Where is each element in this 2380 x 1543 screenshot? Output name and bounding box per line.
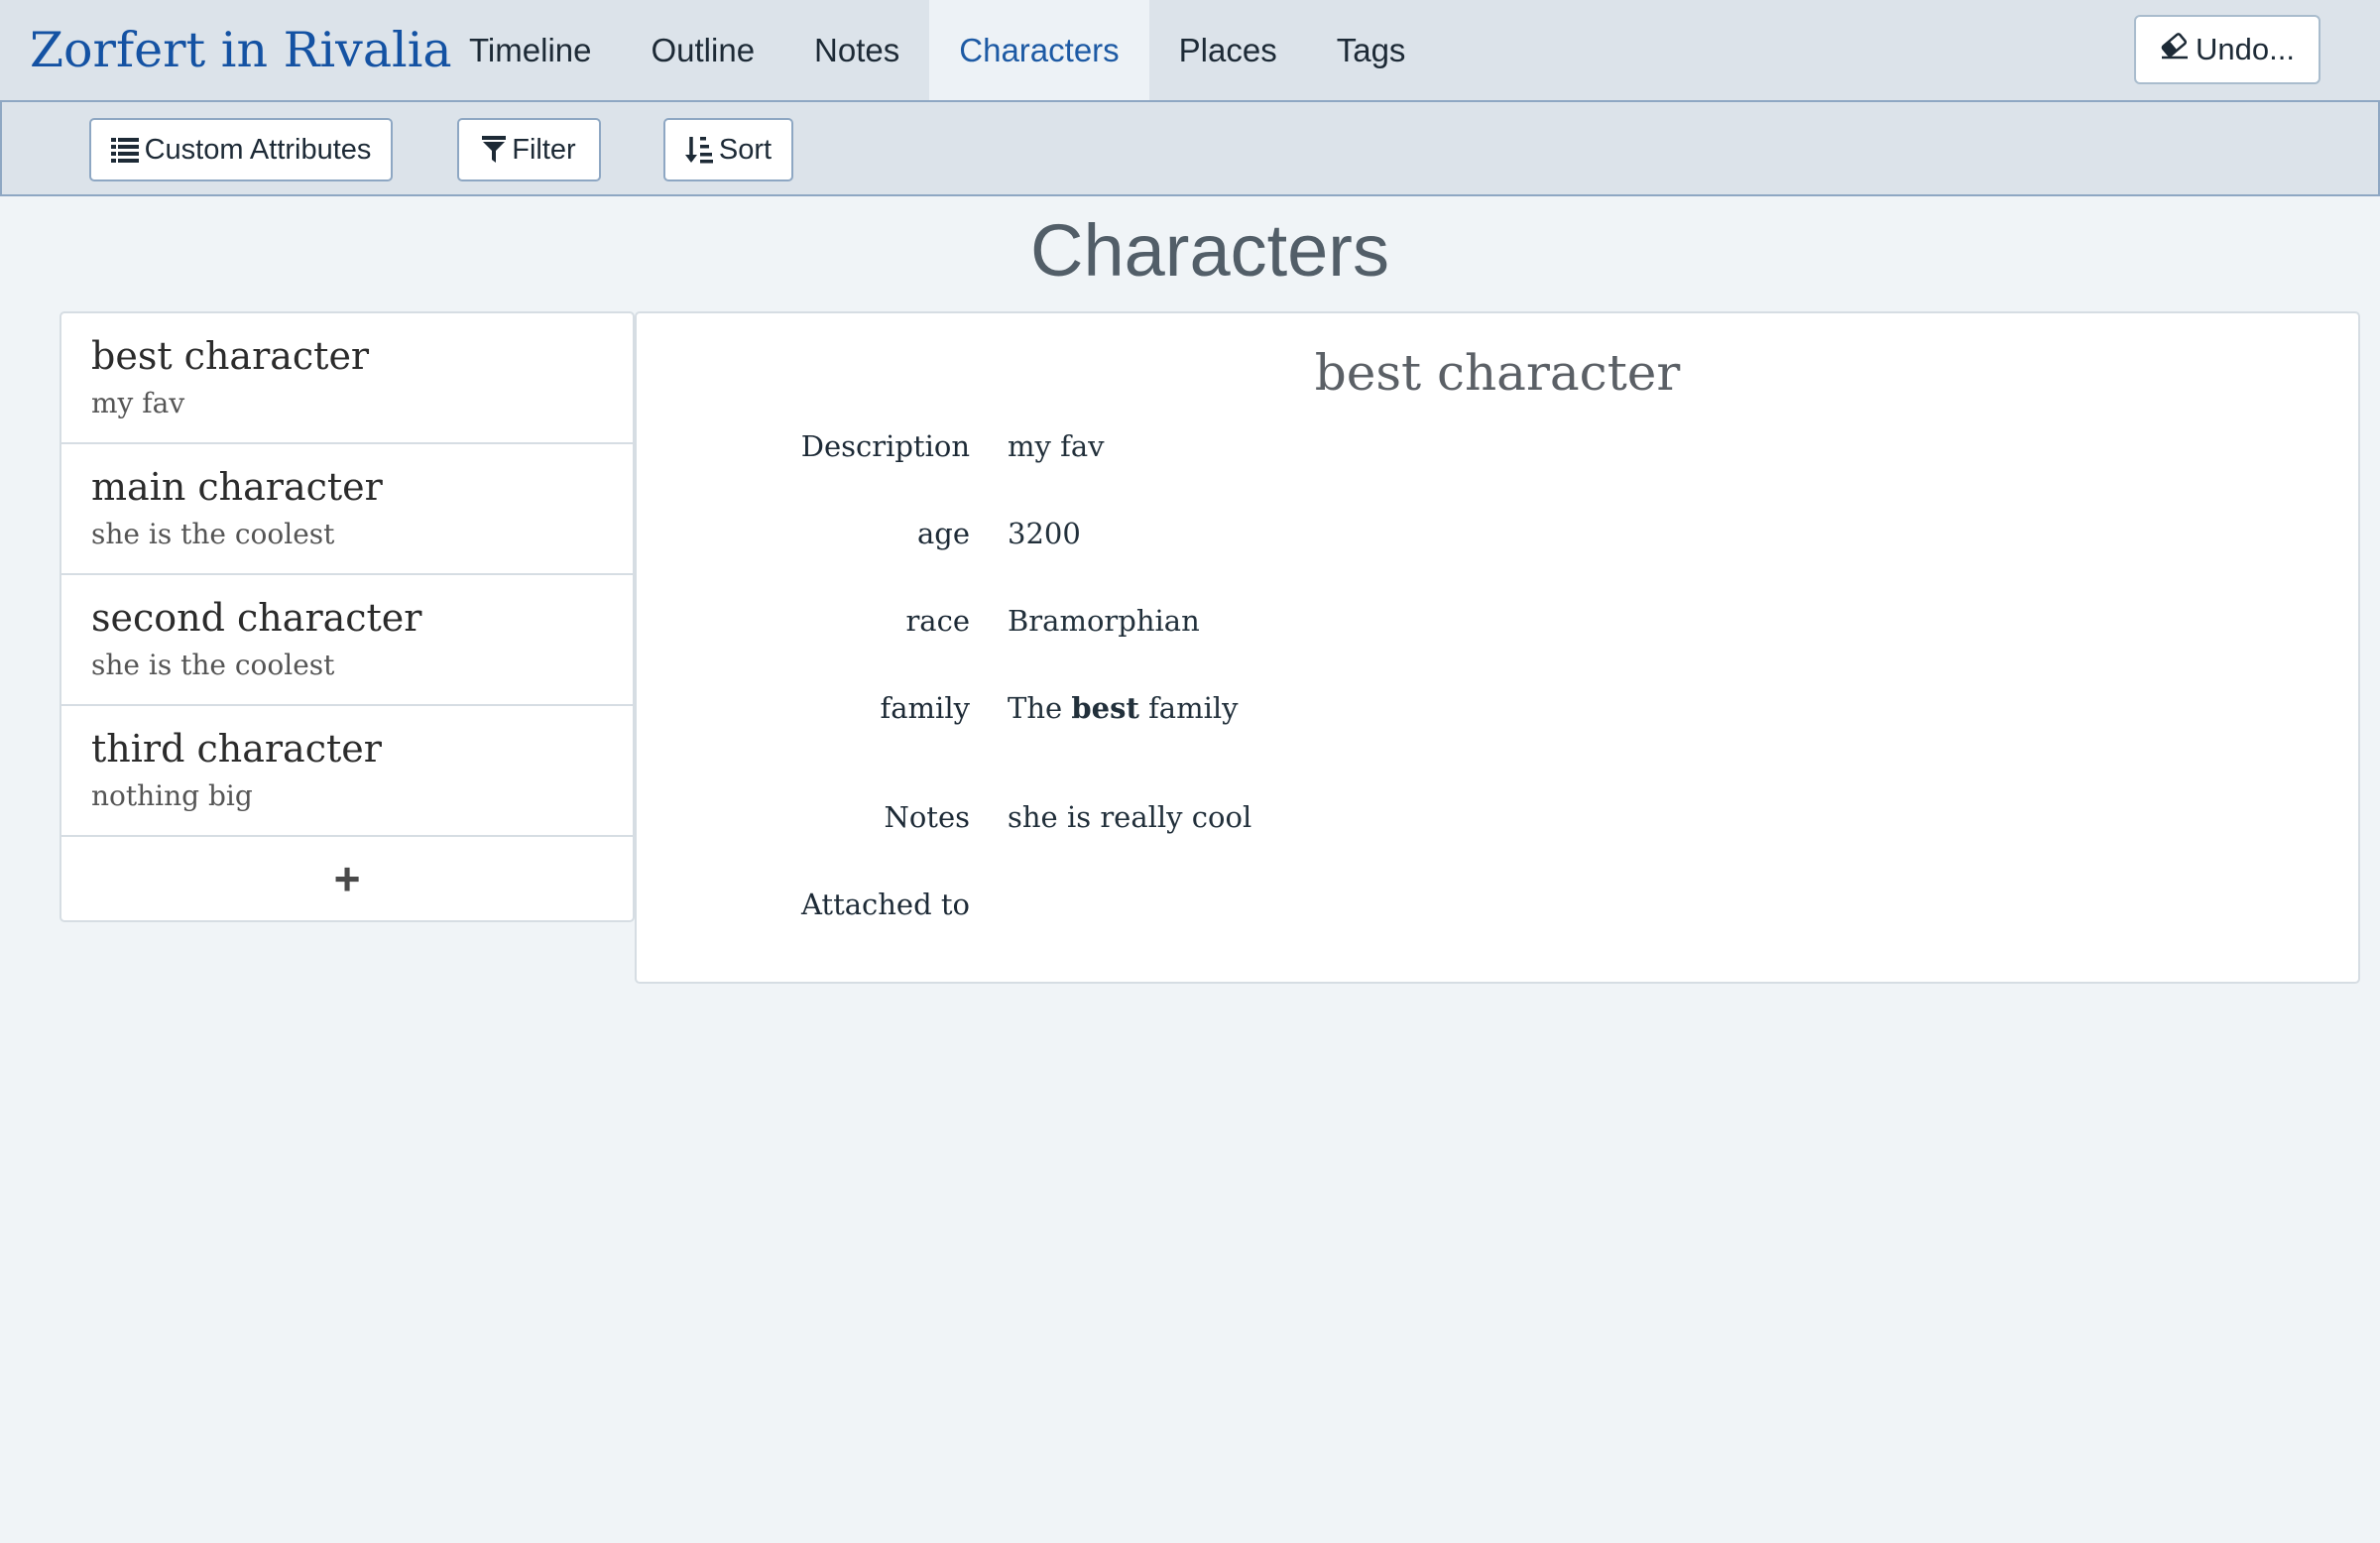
character-description: she is the coolest bbox=[91, 518, 335, 550]
character-name: second character bbox=[91, 596, 422, 640]
page-title: Characters bbox=[1030, 209, 1389, 292]
character-list-item[interactable]: best character my fav bbox=[61, 313, 633, 444]
character-description: she is the coolest bbox=[91, 649, 335, 681]
character-name: third character bbox=[91, 727, 382, 771]
sort-label: Sort bbox=[718, 133, 773, 166]
character-list-item[interactable]: second character she is the coolest bbox=[61, 575, 633, 706]
nav-tabs: Timeline Outline Notes Characters Places… bbox=[439, 0, 1435, 100]
character-name: best character bbox=[91, 334, 370, 378]
character-detail-panel: best character Description my fav age 32… bbox=[635, 311, 2360, 984]
character-detail-title[interactable]: best character bbox=[637, 343, 2358, 403]
field-row-family: family The best family bbox=[637, 686, 2358, 730]
plus-icon: + bbox=[333, 853, 361, 904]
undo-button[interactable]: Undo... bbox=[2134, 15, 2320, 84]
character-list-item[interactable]: third character nothing big bbox=[61, 706, 633, 837]
field-label: Attached to bbox=[800, 888, 970, 921]
character-description: nothing big bbox=[91, 779, 253, 812]
sort-button[interactable]: Sort bbox=[663, 118, 793, 181]
filter-button[interactable]: Filter bbox=[457, 118, 601, 181]
field-label: Description bbox=[800, 429, 970, 463]
character-list: best character my fav main character she… bbox=[60, 311, 635, 922]
field-row-notes: Notes she is really cool bbox=[637, 795, 2358, 839]
top-navbar: Zorfert in Rivalia Timeline Outline Note… bbox=[0, 0, 2380, 100]
tab-characters[interactable]: Characters bbox=[929, 0, 1149, 100]
tab-outline[interactable]: Outline bbox=[621, 0, 784, 100]
character-description: my fav bbox=[91, 387, 185, 419]
field-value[interactable]: she is really cool bbox=[1008, 795, 1251, 839]
field-row-attached-to: Attached to bbox=[637, 883, 2358, 926]
tab-timeline[interactable]: Timeline bbox=[439, 0, 621, 100]
filter-icon bbox=[482, 136, 507, 164]
family-text-before: The bbox=[1008, 691, 1063, 725]
custom-attributes-label: Custom Attributes bbox=[144, 133, 372, 166]
add-character-button[interactable]: + bbox=[61, 837, 633, 920]
character-list-item[interactable]: main character she is the coolest bbox=[61, 444, 633, 575]
eraser-icon bbox=[2160, 32, 2190, 67]
field-label: age bbox=[916, 517, 970, 550]
undo-label: Undo... bbox=[2196, 32, 2295, 66]
sort-icon bbox=[684, 135, 713, 165]
field-value[interactable]: The best family bbox=[1008, 686, 1239, 730]
character-name: main character bbox=[91, 465, 383, 509]
tab-tags[interactable]: Tags bbox=[1307, 0, 1436, 100]
sub-toolbar: Custom Attributes Filter Sort bbox=[0, 100, 2380, 196]
field-value[interactable]: Bramorphian bbox=[1008, 599, 1200, 643]
field-row-age: age 3200 bbox=[637, 512, 2358, 555]
tab-places[interactable]: Places bbox=[1149, 0, 1307, 100]
tab-notes[interactable]: Notes bbox=[784, 0, 929, 100]
custom-attributes-button[interactable]: Custom Attributes bbox=[89, 118, 393, 181]
field-row-race: race Bramorphian bbox=[637, 599, 2358, 643]
field-label: race bbox=[905, 604, 970, 638]
field-label: family bbox=[880, 691, 970, 725]
family-text-bold: best bbox=[1071, 691, 1139, 725]
family-text-after: family bbox=[1148, 691, 1239, 725]
field-value[interactable]: 3200 bbox=[1008, 512, 1081, 555]
filter-label: Filter bbox=[512, 133, 576, 166]
field-value[interactable]: my fav bbox=[1008, 424, 1105, 468]
field-row-description: Description my fav bbox=[637, 424, 2358, 468]
field-label: Notes bbox=[884, 800, 970, 834]
list-icon bbox=[110, 137, 139, 163]
app-title[interactable]: Zorfert in Rivalia bbox=[30, 0, 452, 100]
